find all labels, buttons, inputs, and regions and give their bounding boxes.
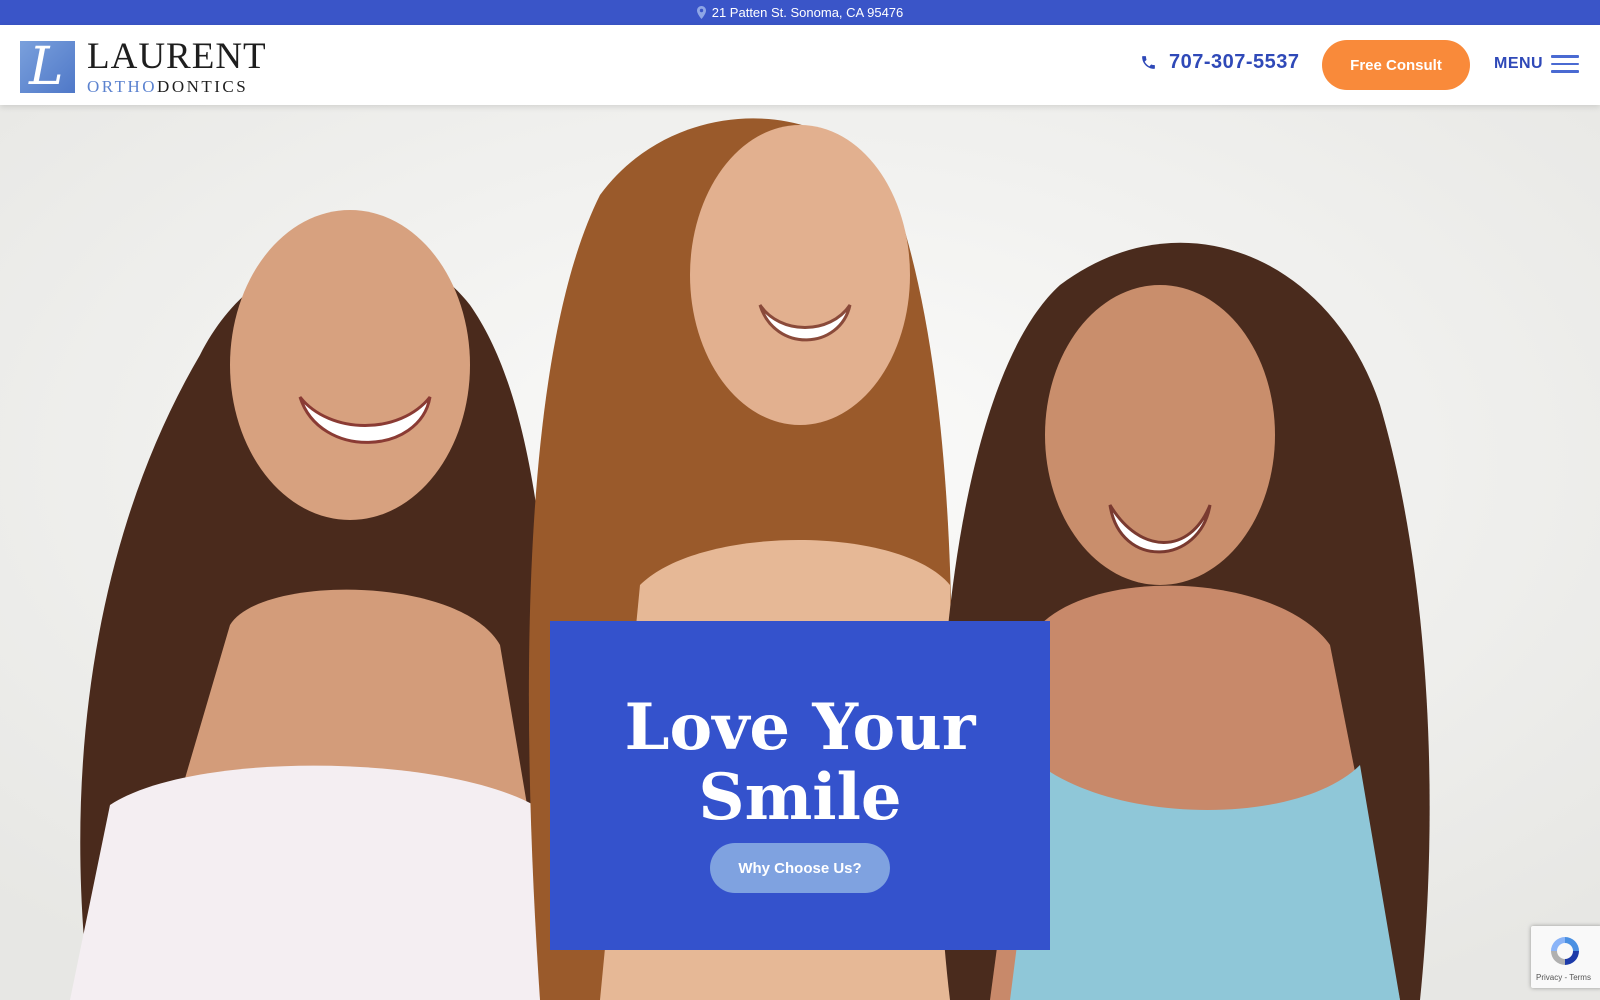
- menu-toggle[interactable]: MENU: [1494, 55, 1580, 73]
- recaptcha-icon: [1551, 937, 1579, 965]
- hero-title-line1: Love Your: [624, 690, 976, 765]
- hero-title-line2: Smile: [698, 760, 902, 835]
- phone-icon: [1142, 56, 1155, 69]
- phone-number: 707-307-5537: [1169, 51, 1300, 73]
- recaptcha-badge[interactable]: Privacy - Terms: [1531, 926, 1600, 988]
- free-consult-button[interactable]: Free Consult: [1322, 40, 1470, 90]
- hamburger-icon: [1551, 55, 1580, 73]
- hero-callout: Love Your Smile Why Choose Us?: [550, 621, 1050, 950]
- logo-monogram-letter: L: [29, 40, 64, 93]
- map-pin-icon: [696, 6, 706, 19]
- logo-name: LAURENT: [87, 36, 267, 77]
- site-header: L LAURENT ORTHODONTICS 707-307-5537 Free…: [0, 25, 1600, 105]
- address-text[interactable]: 21 Patten St. Sonoma, CA 95476: [712, 5, 904, 20]
- hero-title: Love Your Smile: [625, 693, 976, 833]
- logo-wordmark: LAURENT ORTHODONTICS: [87, 38, 267, 95]
- logo-monogram-icon: L: [20, 40, 75, 93]
- recaptcha-links[interactable]: Privacy - Terms: [1536, 973, 1591, 982]
- menu-label: MENU: [1494, 55, 1544, 72]
- logo-subtitle: ORTHODONTICS: [87, 78, 267, 95]
- why-choose-us-button[interactable]: Why Choose Us?: [710, 843, 890, 893]
- logo-subtitle-part2: DONTICS: [157, 77, 249, 96]
- address-bar: 21 Patten St. Sonoma, CA 95476: [0, 0, 1600, 25]
- logo-subtitle-part1: ORTHO: [87, 77, 158, 96]
- site-logo[interactable]: L LAURENT ORTHODONTICS: [20, 38, 267, 95]
- phone-link[interactable]: 707-307-5537: [1140, 51, 1300, 74]
